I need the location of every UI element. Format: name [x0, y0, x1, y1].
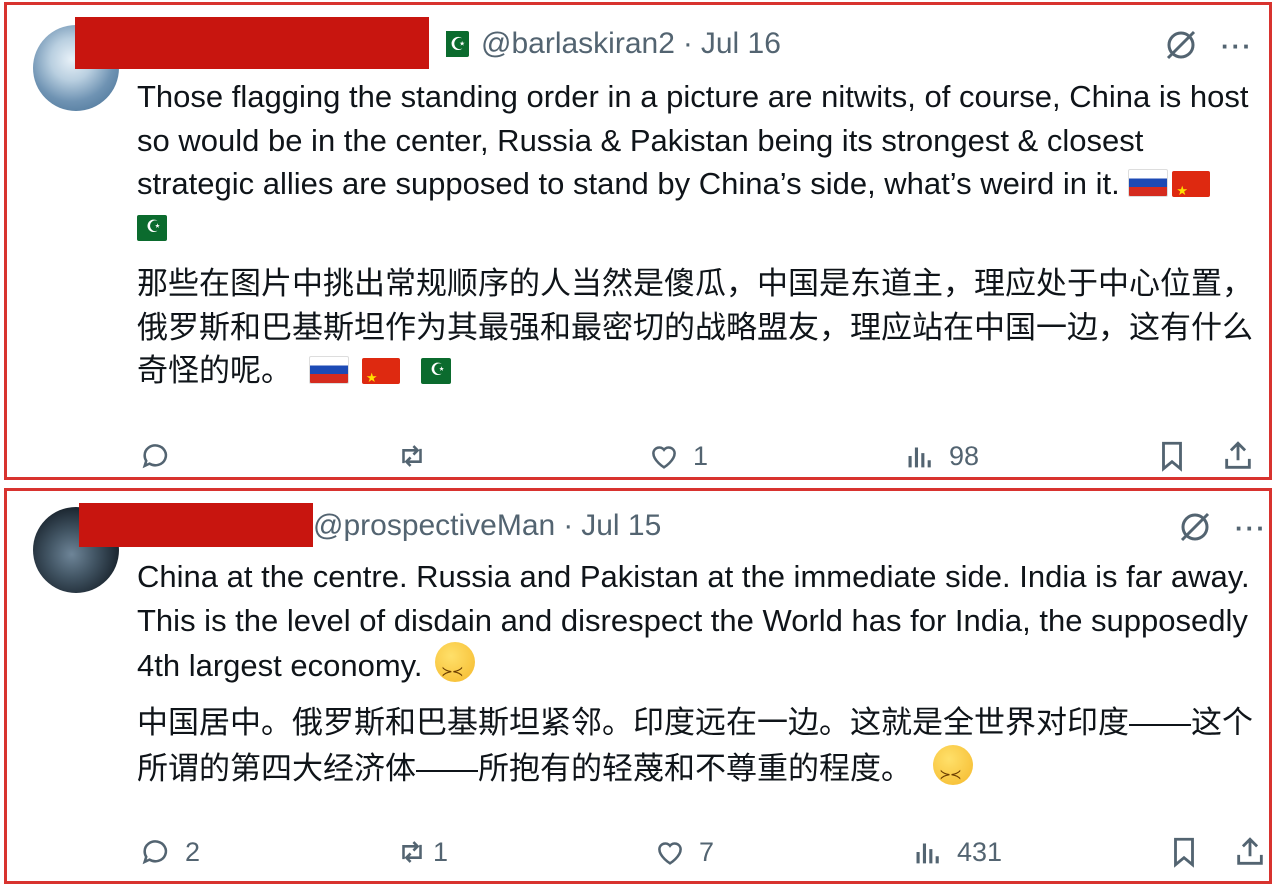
- tweet-text-en: Those flagging the standing order in a p…: [137, 75, 1257, 249]
- tweet-text-en: China at the centre. Russia and Pakistan…: [137, 555, 1257, 694]
- tweet-date[interactable]: Jul 16: [701, 27, 781, 61]
- like-count: 1: [693, 440, 709, 471]
- redacted-display-name: [75, 17, 429, 69]
- repost-count: 1: [433, 836, 449, 867]
- action-bar: 1 98: [7, 439, 1269, 479]
- pakistan-flag-icon: ☪: [439, 31, 469, 57]
- meta-separator: ·: [563, 509, 574, 542]
- views-button[interactable]: 431: [911, 835, 1002, 869]
- share-button[interactable]: [1221, 439, 1255, 473]
- heart-icon: [652, 446, 676, 469]
- speech-bubble-icon: [142, 840, 168, 865]
- meta-separator: ·: [682, 27, 693, 60]
- views-button[interactable]: 98: [903, 439, 979, 473]
- more-options-icon[interactable]: ···: [1235, 513, 1267, 544]
- tweet-text-zh-content: 那些在图片中挑出常规顺序的人当然是傻瓜，中国是东道主，理应处于中心位置，俄罗斯和…: [137, 266, 1253, 388]
- repost-button[interactable]: [395, 439, 441, 473]
- russia-flag-icon: [309, 356, 350, 384]
- china-flag-icon: [361, 356, 400, 400]
- view-count: 431: [957, 836, 1003, 867]
- pakistan-flag-icon: [137, 214, 167, 241]
- grok-icon[interactable]: [1177, 509, 1213, 553]
- tweet-text-en-content: China at the centre. Russia and Pakistan…: [137, 559, 1250, 683]
- share-upload-icon: [1225, 441, 1251, 469]
- sneezing-face-emoji-icon: [435, 642, 476, 694]
- bookmark-icon: [1162, 441, 1182, 472]
- bookmark-icon: [1174, 837, 1194, 868]
- tweet-meta: ☪ @barlaskiran2 · Jul 16: [439, 27, 781, 61]
- repost-arrows-icon: [402, 841, 422, 863]
- heart-icon: [658, 842, 682, 865]
- repost-arrows-icon: [402, 445, 422, 467]
- reply-button[interactable]: 2: [139, 835, 200, 869]
- bar-chart-icon: [916, 843, 939, 864]
- more-options-icon[interactable]: ···: [1221, 31, 1253, 62]
- speech-bubble-icon: [142, 444, 168, 469]
- user-handle[interactable]: @barlaskiran2: [481, 27, 675, 61]
- tweet-text-zh: 中国居中。俄罗斯和巴基斯坦紧邻。印度远在一边。这就是全世界对印度——这个所谓的第…: [137, 701, 1257, 796]
- reply-button[interactable]: [139, 439, 185, 473]
- tweet-date[interactable]: Jul 15: [581, 509, 661, 543]
- grok-icon[interactable]: [1163, 27, 1199, 71]
- tweet-text-zh: 那些在图片中挑出常规顺序的人当然是傻瓜，中国是东道主，理应处于中心位置，俄罗斯和…: [137, 262, 1257, 400]
- china-flag-icon: [1172, 169, 1211, 213]
- bookmark-button[interactable]: [1167, 835, 1201, 869]
- sneezing-face-emoji-icon: [933, 744, 974, 796]
- tweet-card-2[interactable]: @prospectiveMan · Jul 15 ··· China at th…: [4, 488, 1272, 884]
- reply-count: 2: [185, 836, 201, 867]
- tweet-text-zh-content: 中国居中。俄罗斯和巴基斯坦紧邻。印度远在一边。这就是全世界对印度——这个所谓的第…: [137, 705, 1253, 786]
- repost-button[interactable]: 1: [395, 835, 448, 869]
- russia-flag-icon: [1128, 169, 1169, 197]
- like-button[interactable]: 7: [653, 835, 714, 869]
- action-bar: 2 1 7 431: [7, 835, 1269, 875]
- bar-chart-icon: [908, 447, 931, 468]
- view-count: 98: [949, 440, 980, 471]
- share-button[interactable]: [1233, 835, 1267, 869]
- tweet-card-1[interactable]: ☪ @barlaskiran2 · Jul 16 ··· Those flagg…: [4, 2, 1272, 480]
- redacted-display-name: [79, 503, 313, 547]
- bookmark-button[interactable]: [1155, 439, 1189, 473]
- like-count: 7: [699, 836, 715, 867]
- user-handle[interactable]: @prospectiveMan: [313, 509, 555, 543]
- share-upload-icon: [1237, 837, 1263, 865]
- tweet-meta: @prospectiveMan · Jul 15: [313, 509, 661, 543]
- tweet-text-en-content: Those flagging the standing order in a p…: [137, 79, 1249, 201]
- pakistan-flag-icon: [421, 358, 452, 384]
- like-button[interactable]: 1: [647, 439, 708, 473]
